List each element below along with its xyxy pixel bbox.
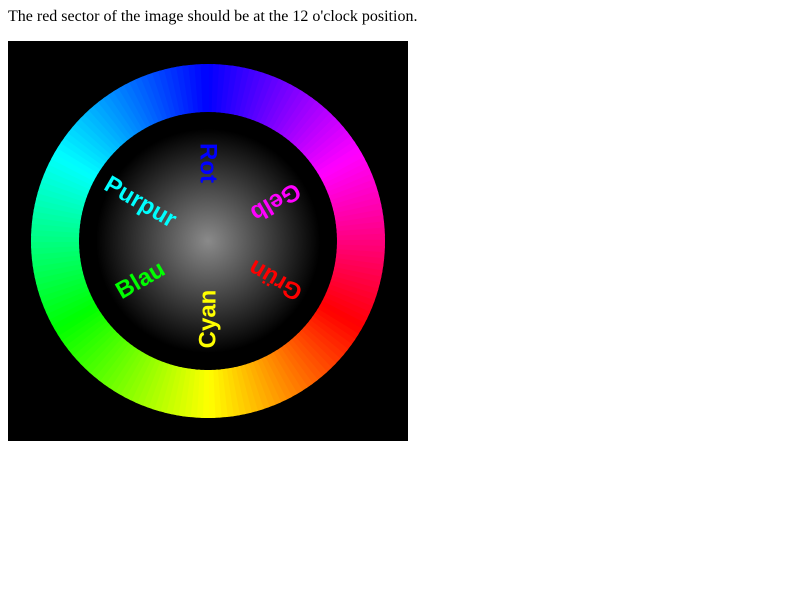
wheel-label-rot: Rot	[195, 143, 222, 183]
wheel-label-cyan: Cyan	[195, 290, 222, 349]
color-wheel-image: Rot Gelb Grün Cyan Blau Purpur	[8, 41, 408, 441]
instruction-text: The red sector of the image should be at…	[8, 8, 418, 25]
color-wheel-svg: RotGelbGrünCyanBlauPurpur	[8, 41, 408, 441]
